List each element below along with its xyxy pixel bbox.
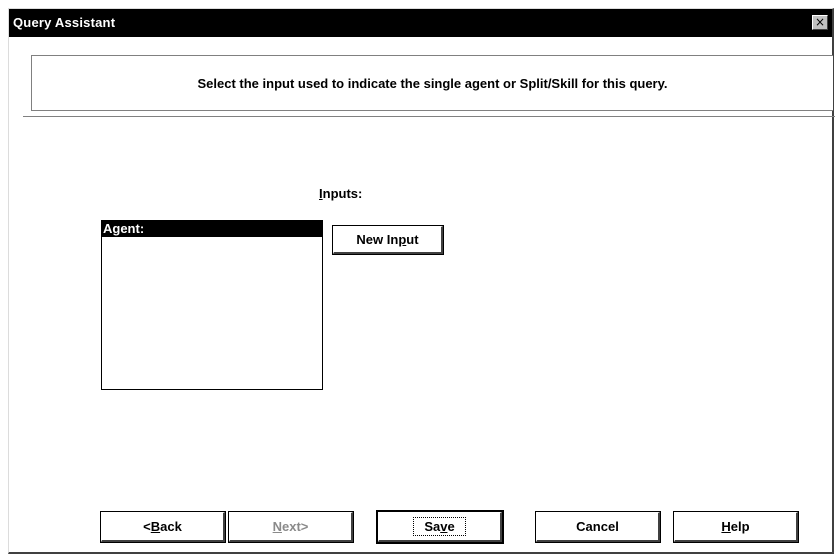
- save-button[interactable]: Save: [376, 510, 504, 544]
- next-button[interactable]: Next>: [228, 511, 354, 543]
- next-label: Next>: [272, 519, 309, 534]
- inputs-label-text: nputs:: [322, 186, 363, 201]
- save-label: Save: [413, 517, 466, 536]
- cancel-label: Cancel: [576, 519, 619, 534]
- query-assistant-dialog: Query Assistant × Select the input used …: [8, 8, 835, 554]
- window-title: Query Assistant: [13, 15, 116, 30]
- instruction-panel: Select the input used to indicate the si…: [31, 55, 833, 111]
- back-button[interactable]: <Back: [100, 511, 226, 543]
- inputs-label: Inputs:: [319, 186, 362, 201]
- title-bar[interactable]: Query Assistant ×: [9, 9, 832, 37]
- close-button[interactable]: ×: [812, 15, 828, 30]
- cancel-button[interactable]: Cancel: [535, 511, 661, 543]
- help-button[interactable]: Help: [673, 511, 799, 543]
- instruction-text: Select the input used to indicate the si…: [197, 76, 668, 91]
- list-item-agent[interactable]: Agent:: [102, 221, 322, 237]
- divider: [23, 116, 835, 117]
- help-label: Help: [721, 519, 750, 534]
- new-input-button[interactable]: New Input: [332, 225, 444, 255]
- close-icon: ×: [814, 15, 826, 29]
- back-label: <Back: [143, 519, 182, 534]
- inputs-listbox[interactable]: Agent:: [101, 220, 323, 390]
- new-input-label: New Input: [356, 232, 419, 247]
